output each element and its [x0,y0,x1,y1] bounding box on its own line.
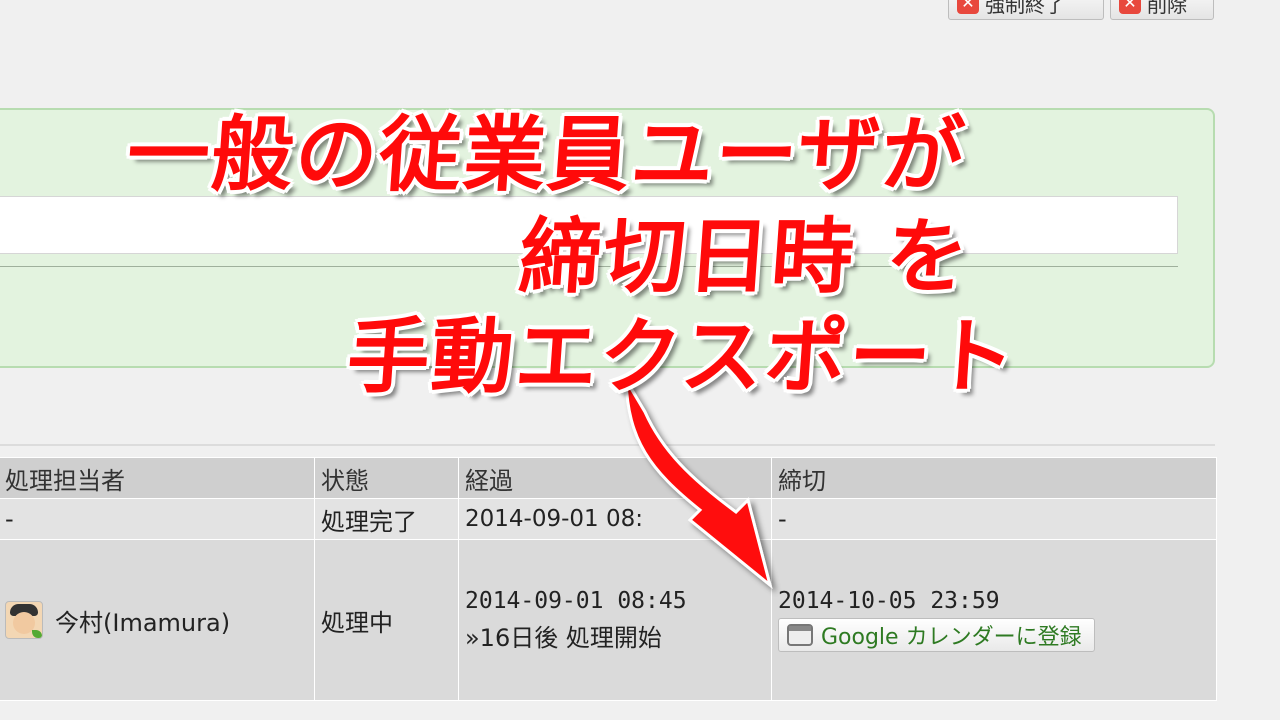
caption-line-3: 手動エクスポート [344,310,1021,405]
